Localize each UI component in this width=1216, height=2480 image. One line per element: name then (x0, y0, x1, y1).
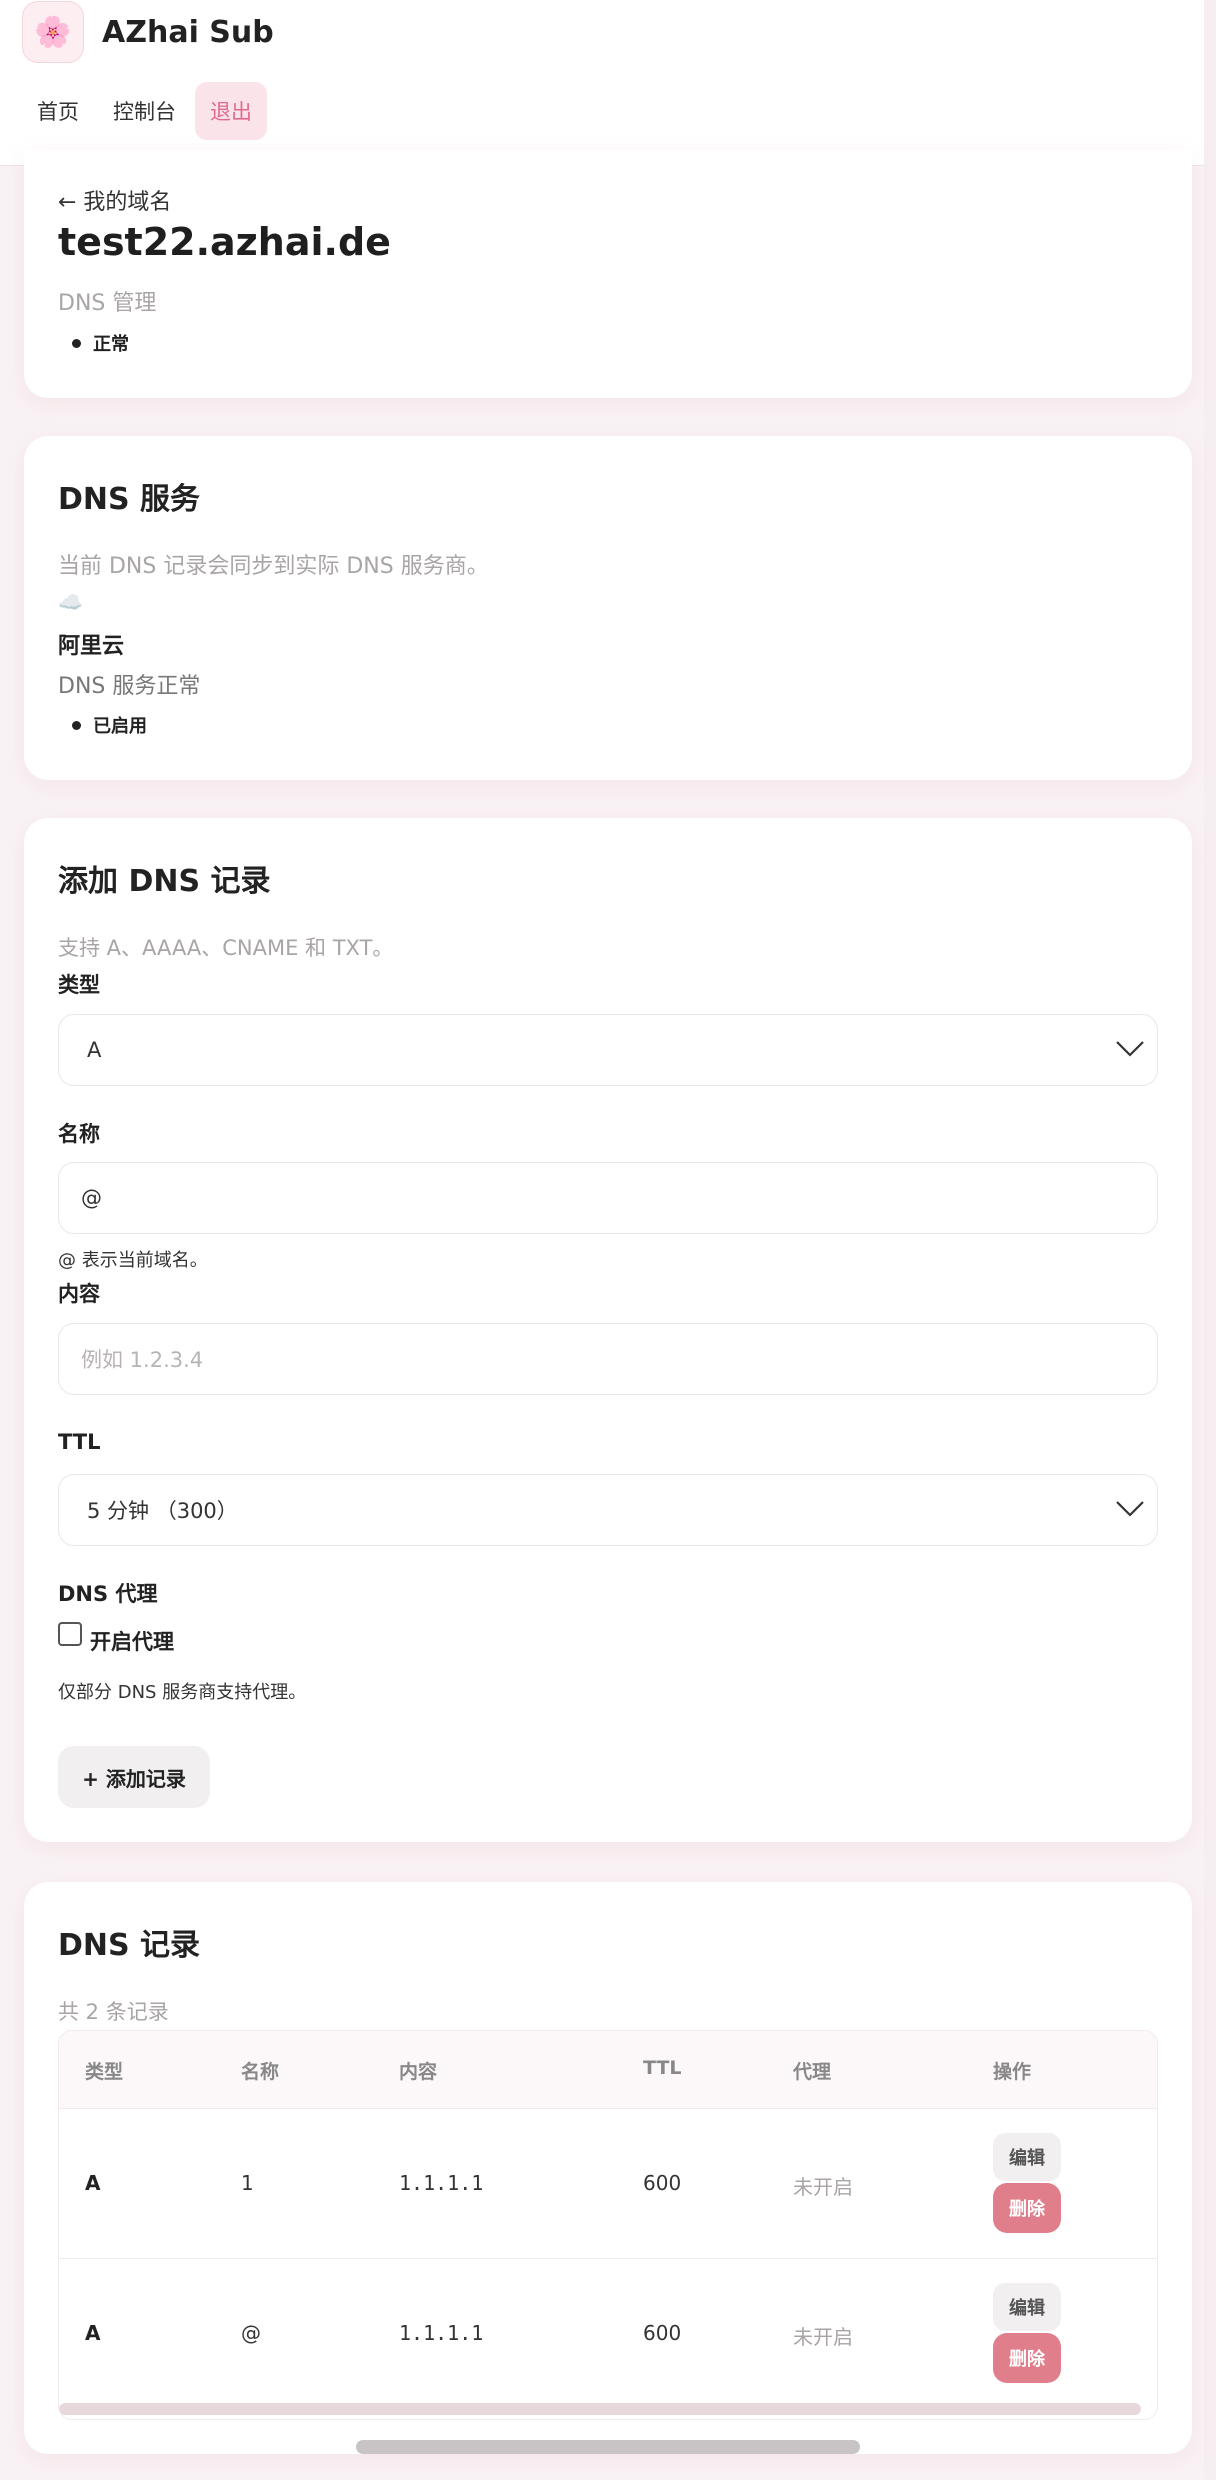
name-hint: @ 表示当前域名。 (58, 1250, 208, 1271)
provider-name: 阿里云 (58, 634, 125, 659)
ttl-select[interactable]: 5 分钟 （300） (58, 1474, 1158, 1546)
top-navigation-bar: 🌸 AZhai Sub 首页 控制台 退出 (0, 0, 1204, 166)
column-header-proxy: 代理 (793, 2061, 832, 2083)
content-input-placeholder: 例如 1.2.3.4 (81, 1348, 204, 1372)
record-type: A (85, 2321, 101, 2345)
proxy-hint: 仅部分 DNS 服务商支持代理。 (58, 1682, 307, 1703)
column-header-actions: 操作 (993, 2061, 1032, 2083)
back-to-my-domains-link[interactable]: ← 我的域名 (58, 184, 171, 216)
add-record-title: 添加 DNS 记录 (58, 864, 271, 899)
type-label: 类型 (58, 973, 100, 997)
brand-name: AZhai Sub (102, 14, 274, 50)
table-horizontal-scrollbar[interactable] (59, 2403, 1141, 2415)
main-nav: 首页 控制台 退出 (22, 82, 271, 140)
proxy-label: DNS 代理 (58, 1582, 158, 1606)
record-content: 1.1.1.1 (399, 2321, 484, 2345)
page-title: test22.azhai.de (58, 220, 391, 264)
page-subtitle: DNS 管理 (58, 291, 157, 316)
status-dot-icon (72, 338, 81, 348)
ttl-select-value: 5 分钟 （300） (87, 1499, 238, 1523)
type-select-value: A (87, 1038, 102, 1062)
proxy-toggle[interactable]: 开启代理 (58, 1622, 174, 1656)
page-horizontal-scrollbar[interactable] (356, 2440, 860, 2454)
record-name: @ (241, 2321, 261, 2345)
nav-home[interactable]: 首页 (22, 82, 94, 140)
edit-record-button[interactable]: 编辑 (993, 2283, 1061, 2331)
add-record-card: 添加 DNS 记录 支持 A、AAAA、CNAME 和 TXT。 类型 A 名称… (24, 818, 1192, 1842)
status-dot-icon (72, 720, 81, 730)
table-header: 类型 名称 内容 TTL 代理 操作 (59, 2031, 1157, 2109)
delete-record-button[interactable]: 删除 (993, 2183, 1061, 2233)
nav-logout[interactable]: 退出 (195, 82, 267, 140)
record-name: 1 (241, 2171, 254, 2195)
dns-records-table: 类型 名称 内容 TTL 代理 操作 A 1 1.1.1.1 600 未开启 编… (58, 2030, 1158, 2420)
chevron-down-icon (1116, 1041, 1144, 1057)
proxy-checkbox-label[interactable]: 开启代理 (90, 1626, 174, 1656)
name-input-value: @ (81, 1186, 102, 1210)
edit-record-button[interactable]: 编辑 (993, 2133, 1061, 2181)
delete-record-button[interactable]: 删除 (993, 2333, 1061, 2383)
dns-service-card: DNS 服务 当前 DNS 记录会同步到实际 DNS 服务商。 ☁️ 阿里云 D… (24, 436, 1192, 780)
table-row: A @ 1.1.1.1 600 未开启 编辑 删除 (59, 2259, 1157, 2409)
record-ttl: 600 (643, 2171, 682, 2195)
content-label: 内容 (58, 1282, 100, 1306)
record-proxy: 未开启 (793, 2175, 853, 2199)
proxy-checkbox[interactable] (58, 1622, 82, 1646)
record-content: 1.1.1.1 (399, 2171, 484, 2195)
column-header-ttl: TTL (643, 2057, 682, 2079)
add-record-button[interactable]: + 添加记录 (58, 1746, 210, 1808)
name-label: 名称 (58, 1122, 100, 1146)
records-count: 共 2 条记录 (58, 2000, 169, 2024)
page-scrollbar-track[interactable] (1204, 0, 1216, 2480)
dns-records-card: DNS 记录 共 2 条记录 类型 名称 内容 TTL 代理 操作 A 1 1.… (24, 1882, 1192, 2454)
badge-text: 已启用 (93, 716, 147, 737)
ttl-label: TTL (58, 1430, 101, 1454)
domain-status-badge: 正常 (58, 330, 129, 356)
cloud-icon: ☁️ (58, 590, 83, 614)
add-record-description: 支持 A、AAAA、CNAME 和 TXT。 (58, 936, 394, 960)
dns-service-title: DNS 服务 (58, 482, 201, 517)
chevron-down-icon (1116, 1501, 1144, 1517)
column-header-name: 名称 (241, 2061, 280, 2083)
name-input[interactable]: @ (58, 1162, 1158, 1234)
status-text: 正常 (93, 334, 129, 355)
record-ttl: 600 (643, 2321, 682, 2345)
dns-service-description: 当前 DNS 记录会同步到实际 DNS 服务商。 (58, 554, 489, 579)
dns-records-title: DNS 记录 (58, 1928, 201, 1963)
domain-header-card: ← 我的域名 test22.azhai.de DNS 管理 正常 (24, 150, 1192, 398)
record-type: A (85, 2171, 101, 2195)
provider-status: DNS 服务正常 (58, 674, 201, 699)
record-proxy: 未开启 (793, 2325, 853, 2349)
column-header-type: 类型 (85, 2061, 124, 2083)
type-select[interactable]: A (58, 1014, 1158, 1086)
brand[interactable]: 🌸 AZhai Sub (22, 0, 274, 64)
cherry-blossom-icon: 🌸 (22, 1, 84, 63)
table-row: A 1 1.1.1.1 600 未开启 编辑 删除 (59, 2109, 1157, 2259)
nav-console[interactable]: 控制台 (98, 82, 191, 140)
service-enabled-badge: 已启用 (58, 712, 147, 738)
column-header-content: 内容 (399, 2061, 438, 2083)
content-input[interactable]: 例如 1.2.3.4 (58, 1323, 1158, 1395)
